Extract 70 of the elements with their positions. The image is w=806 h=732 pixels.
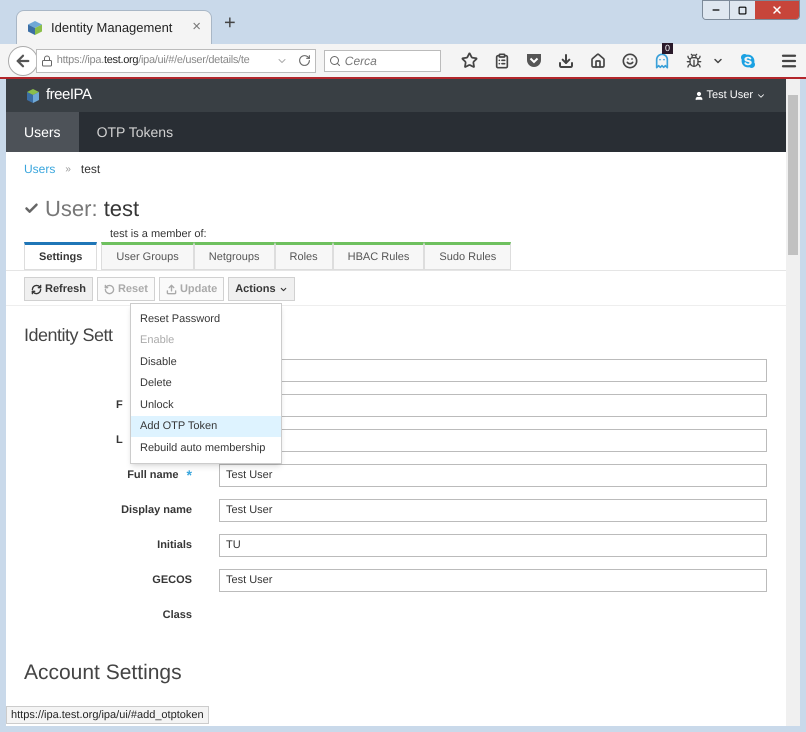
url-field[interactable]: https://ipa.test.org/ipa/ui/#/e/user/details/te (36, 48, 316, 72)
refresh-icon (31, 284, 42, 294)
notification-badge: 0 (662, 42, 674, 54)
search-field[interactable]: Cerca (324, 50, 441, 72)
back-button[interactable] (8, 46, 38, 76)
upload-icon (166, 284, 177, 294)
status-url: https://ipa.test.org/ipa/ui/#add_otptoken (6, 706, 209, 724)
section-tab[interactable]: HBAC Rules (332, 242, 424, 270)
field-label: L (116, 432, 123, 448)
pocket-icon[interactable] (526, 53, 542, 68)
menu-item[interactable]: Reset Password (131, 308, 281, 330)
toolbar-button[interactable]: Refresh (24, 277, 93, 301)
text-field[interactable]: TU (219, 534, 767, 556)
field-label: F (116, 398, 123, 413)
browser-tab[interactable]: Identity Management × (16, 10, 212, 44)
clipboard-icon[interactable] (494, 52, 510, 68)
section-heading: Identity Sett (24, 324, 113, 347)
breadcrumb-current: test (80, 161, 100, 178)
close-icon[interactable] (771, 4, 783, 16)
field-label: Initials (157, 538, 192, 553)
field-label: Class (162, 608, 192, 623)
new-tab-button[interactable]: + (224, 8, 236, 38)
text-field[interactable]: Test User (219, 568, 767, 592)
menu-item[interactable]: Delete (131, 372, 281, 394)
section-tab[interactable]: Roles (274, 242, 333, 270)
nav-tab[interactable]: OTP Tokens (78, 112, 192, 152)
field-label: Display name (121, 502, 192, 518)
smiley-icon[interactable] (622, 52, 638, 68)
skype-icon[interactable] (740, 52, 756, 68)
tab-close-button[interactable]: × (192, 16, 201, 39)
required-asterisk: * (186, 466, 192, 484)
member-of-label: test is a member of: (110, 226, 207, 242)
section-heading: Account Settings (23, 660, 183, 686)
bookmark-star-icon[interactable] (461, 52, 478, 69)
section-tab[interactable]: Settings (24, 242, 98, 270)
reload-icon[interactable] (298, 54, 311, 67)
page-title: User: test (45, 194, 140, 222)
nav-tab[interactable]: Users (6, 112, 79, 152)
actions-dropdown[interactable]: Actions (228, 277, 295, 301)
search-input[interactable]: Cerca (344, 52, 435, 70)
menu-icon[interactable] (780, 52, 798, 70)
lock-icon (40, 54, 53, 66)
undo-icon (104, 284, 115, 294)
download-icon[interactable] (558, 52, 574, 68)
text-field[interactable]: Test User (219, 464, 767, 486)
menu-item[interactable]: Add OTP Token (131, 416, 281, 437)
ghost-icon[interactable] (654, 52, 670, 68)
user-menu[interactable]: Test User (694, 87, 766, 104)
section-tab[interactable]: Netgroups (194, 242, 275, 270)
bug-icon[interactable] (686, 52, 702, 68)
section-tab[interactable]: User Groups (101, 242, 194, 270)
breadcrumb-separator: » (65, 162, 71, 176)
menu-item[interactable]: Rebuild auto membership (131, 437, 281, 458)
logo-icon (26, 88, 40, 104)
scrollbar[interactable] (786, 79, 800, 726)
text-field[interactable]: Test User (219, 498, 767, 522)
url-text: https://ipa.test.org/ipa/ui/#/e/user/details/te (56, 53, 250, 68)
menu-item[interactable]: Disable (131, 351, 281, 372)
search-icon (328, 54, 341, 66)
field-label: Full name (127, 468, 179, 483)
maximize-icon[interactable] (738, 6, 747, 14)
tab-title: Identity Management (51, 18, 174, 37)
menu-item[interactable]: Unlock (131, 394, 281, 416)
check-icon (24, 200, 39, 216)
cube-icon (27, 20, 43, 36)
brand-name: freeIPA (46, 85, 92, 106)
home-icon[interactable] (590, 52, 606, 68)
field-label: GECOS (152, 572, 192, 588)
user-icon (694, 90, 704, 100)
section-tab[interactable]: Sudo Rules (424, 242, 512, 270)
